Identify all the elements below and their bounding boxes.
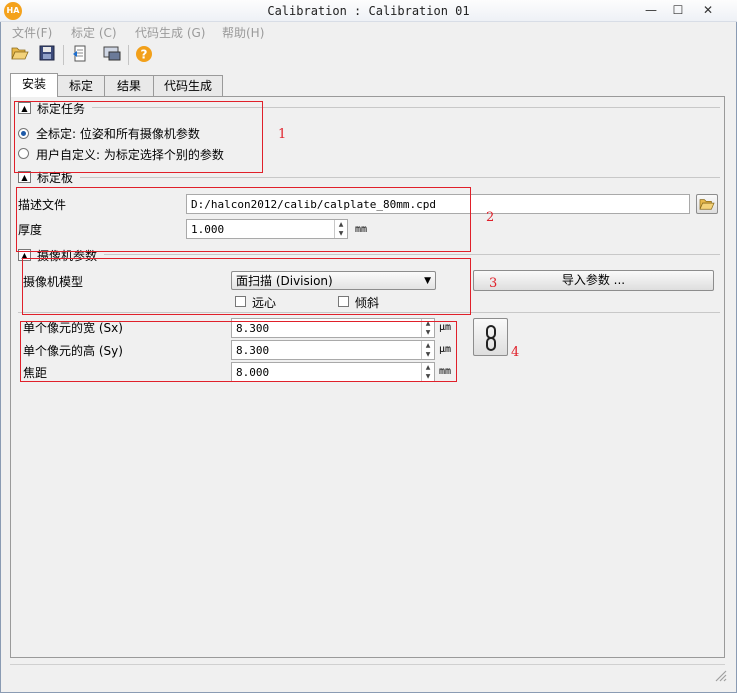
section-divider — [104, 254, 720, 255]
resize-grip-icon[interactable] — [713, 668, 727, 682]
menu-codegen[interactable]: 代码生成 (G) — [135, 24, 205, 41]
toolbar-separator — [63, 45, 64, 65]
annotation-box-2 — [16, 187, 471, 252]
chain-link-icon — [485, 325, 496, 351]
help-glyph: ? — [141, 48, 148, 62]
save-icon[interactable] — [37, 45, 57, 65]
import-parameters-button[interactable]: 导入参数 ... — [473, 270, 714, 291]
menu-calibrate[interactable]: 标定 (C) — [71, 24, 117, 41]
annotation-box-4 — [20, 321, 457, 382]
export-icon[interactable] — [70, 45, 90, 65]
menu-file[interactable]: 文件(F) — [12, 24, 52, 41]
annotation-label-2: 2 — [486, 210, 495, 225]
close-button[interactable]: ✕ — [700, 4, 716, 17]
section-divider — [80, 177, 720, 178]
window-title: Calibration : Calibration 01 — [267, 4, 470, 18]
annotation-box-1 — [14, 101, 263, 173]
annotation-label-1: 1 — [278, 127, 287, 142]
help-icon[interactable]: ? — [134, 45, 154, 65]
maximize-button[interactable]: ☐ — [670, 4, 686, 17]
browse-button[interactable] — [696, 194, 718, 214]
annotation-label-3: 3 — [489, 276, 498, 291]
annotation-box-3 — [22, 258, 471, 315]
folder-open-icon[interactable] — [10, 45, 30, 65]
minimize-button[interactable]: — — [643, 4, 659, 17]
folder-icon — [699, 199, 715, 210]
tab-results[interactable]: 结果 — [104, 75, 154, 96]
tab-codegen[interactable]: 代码生成 — [153, 75, 223, 96]
screenshot-icon[interactable] — [102, 45, 122, 65]
link-pixel-size-button[interactable] — [473, 318, 508, 356]
status-bar — [10, 664, 725, 690]
annotation-label-4: 4 — [511, 345, 520, 360]
toolbar-separator — [128, 45, 129, 65]
tab-install[interactable]: 安装 — [10, 73, 58, 97]
menu-help[interactable]: 帮助(H) — [222, 24, 264, 41]
tab-calibrate[interactable]: 标定 — [57, 75, 105, 96]
